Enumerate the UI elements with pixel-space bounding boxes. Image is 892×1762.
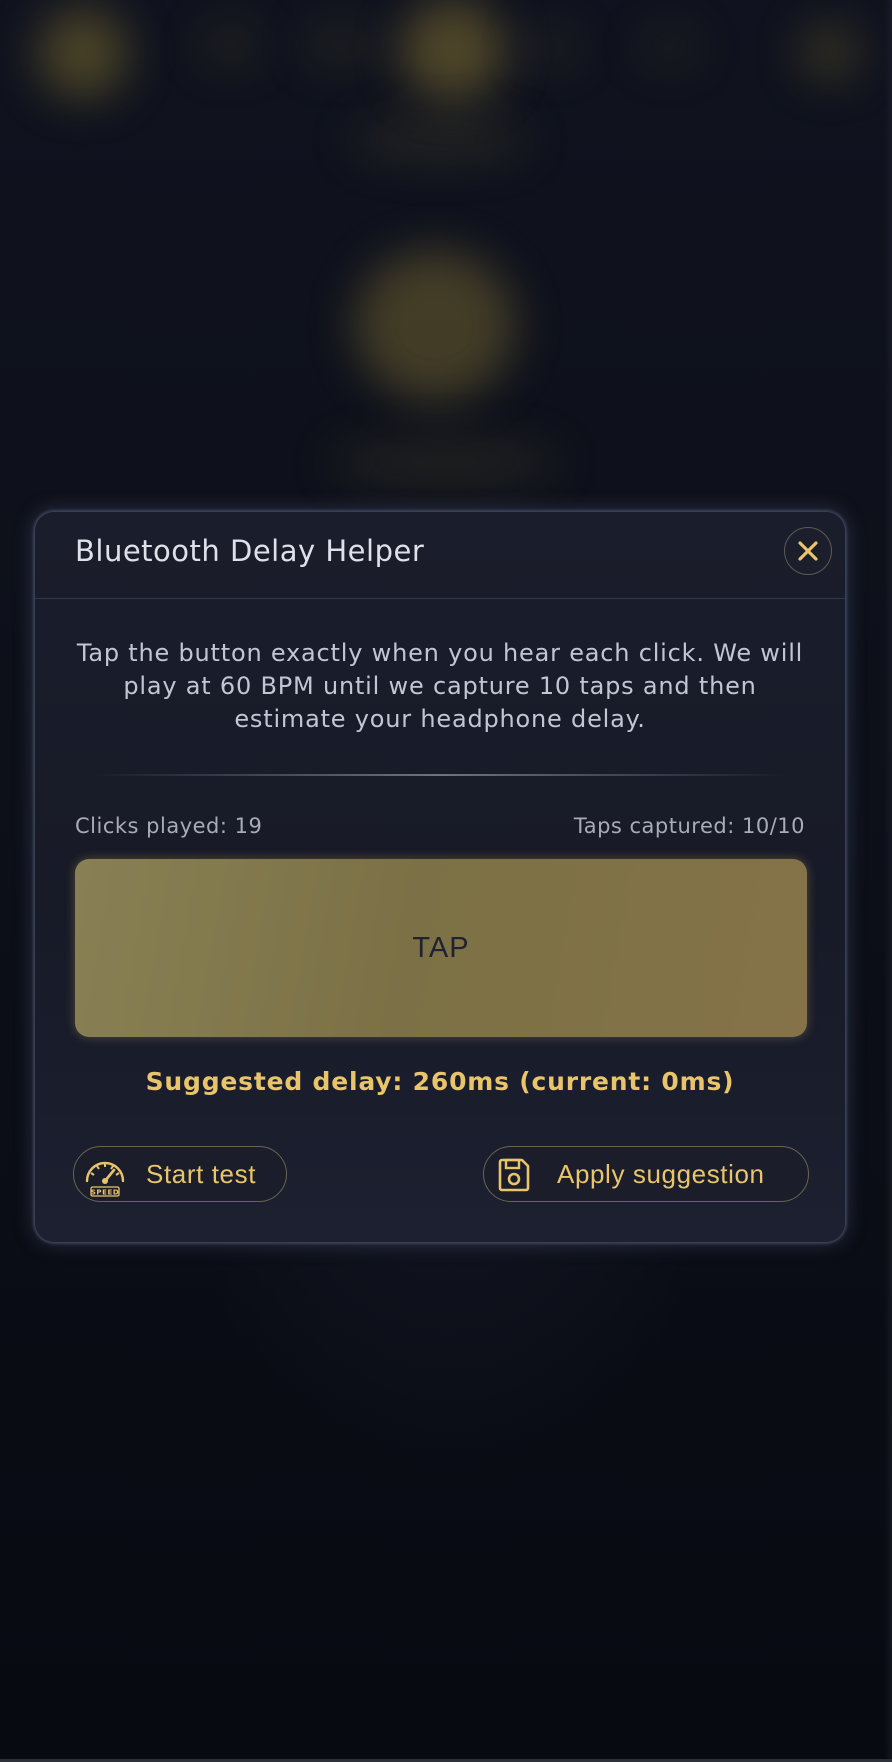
modal-title: Bluetooth Delay Helper — [75, 534, 425, 568]
close-button[interactable] — [784, 527, 832, 575]
instructions-text: Tap the button exactly when you hear eac… — [76, 639, 804, 733]
blurred-nav-item — [520, 30, 580, 65]
taps-captured-label: Taps captured: 10/10 — [573, 814, 805, 838]
modal-header: Bluetooth Delay Helper — [35, 512, 845, 599]
blurred-hero-icon — [355, 250, 515, 400]
speedometer-icon: SPEED — [85, 1161, 125, 1197]
blurred-nav-item — [300, 25, 380, 65]
divider — [93, 774, 787, 776]
start-test-button[interactable]: SPEED Start test — [73, 1146, 287, 1202]
blurred-nav-icon — [400, 0, 505, 100]
apply-suggestion-button[interactable]: Apply suggestion — [483, 1146, 809, 1202]
save-icon — [498, 1158, 530, 1192]
close-icon — [798, 541, 818, 561]
blurred-nav-item — [640, 30, 700, 65]
scrollbar — [884, 0, 892, 1760]
bluetooth-delay-modal: Bluetooth Delay Helper Tap the button ex… — [34, 511, 846, 1243]
clicks-played-label: Clicks played: 19 — [75, 814, 263, 838]
blurred-logo — [38, 8, 128, 98]
suggested-delay-text: Suggested delay: 260ms (current: 0ms) — [145, 1067, 735, 1096]
blurred-subtitle — [350, 120, 530, 160]
blurred-nav-item — [200, 25, 260, 65]
blurred-menu-icon — [800, 25, 860, 80]
start-test-label: Start test — [146, 1159, 257, 1189]
tap-button[interactable]: TAP — [75, 859, 807, 1037]
tap-button-label: TAP — [412, 932, 470, 964]
speed-icon-text: SPEED — [91, 1189, 120, 1197]
blurred-caption — [330, 440, 560, 485]
apply-suggestion-label: Apply suggestion — [557, 1159, 765, 1189]
